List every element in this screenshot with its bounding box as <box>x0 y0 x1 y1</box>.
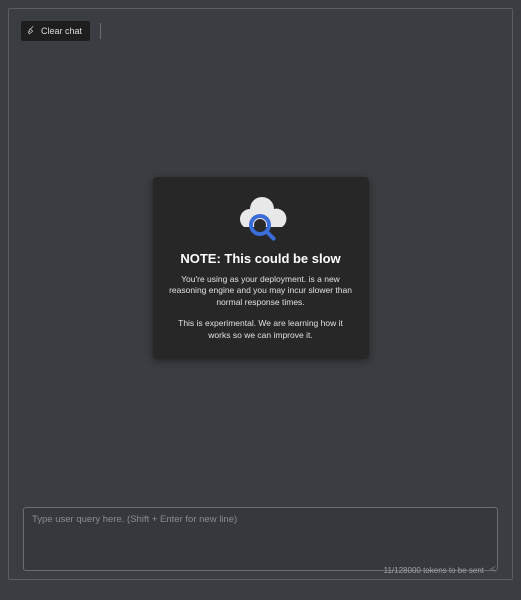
toolbar-divider <box>100 23 101 39</box>
slow-notice-card: NOTE: This could be slow You're using as… <box>153 177 369 359</box>
query-input[interactable] <box>24 508 497 570</box>
notice-paragraph-1: You're using as your deployment. is a ne… <box>169 274 353 308</box>
token-count-text: 11/128000 tokens to be sent <box>384 566 484 575</box>
footer: 11/128000 tokens to be sent <box>384 564 498 576</box>
notice-paragraph-2: This is experimental. We are learning ho… <box>169 318 353 341</box>
cloud-search-icon <box>169 191 353 243</box>
clear-chat-label: Clear chat <box>41 26 82 36</box>
chat-panel: Clear chat NOTE: This could be slow You'… <box>8 8 513 580</box>
broom-icon <box>27 25 37 37</box>
clear-chat-button[interactable]: Clear chat <box>21 21 90 41</box>
query-input-container <box>23 507 498 571</box>
notice-title: NOTE: This could be slow <box>169 251 353 266</box>
toolbar: Clear chat <box>21 21 101 41</box>
send-icon <box>488 564 498 576</box>
